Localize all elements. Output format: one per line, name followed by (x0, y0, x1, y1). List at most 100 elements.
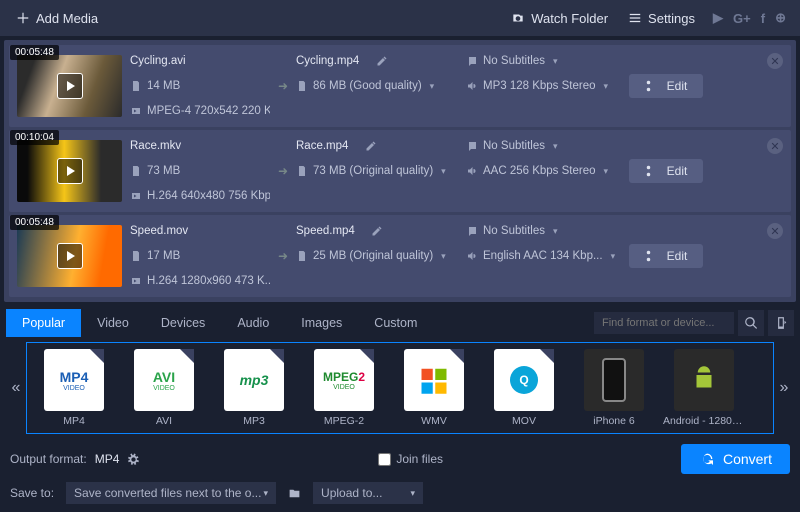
preset-wmv[interactable]: WMV (393, 349, 475, 427)
facebook-icon[interactable]: f (761, 11, 765, 26)
pencil-icon[interactable] (365, 140, 377, 152)
output-size-dropdown[interactable]: 86 MB (Good quality) (296, 80, 466, 92)
output-filename: Race.mp4 (296, 140, 348, 152)
video-thumbnail[interactable]: 00:05:48 (17, 225, 122, 287)
tab-popular[interactable]: Popular (6, 309, 81, 337)
settings-label: Settings (648, 11, 695, 26)
presets-row: « MP4VIDEOMP4 AVIVIDEOAVI mp3MP3 MPEG2VI… (0, 338, 800, 438)
edit-button[interactable]: Edit (629, 74, 704, 98)
remove-file-button[interactable]: ✕ (767, 223, 783, 239)
play-icon[interactable] (57, 158, 83, 184)
source-filename: Speed.mov (130, 225, 270, 237)
output-bar: Output format: MP4 Join files Convert (0, 438, 800, 480)
preset-iphone6[interactable]: iPhone 6 (573, 349, 655, 427)
file-icon (296, 250, 308, 262)
arrow-icon: ➜ (270, 164, 296, 178)
file-row[interactable]: 00:05:48 Cycling.avi 14 MB MPEG-4 720x54… (9, 45, 791, 127)
preset-mp3[interactable]: mp3MP3 (213, 349, 295, 427)
subtitles-icon (466, 140, 478, 152)
google-plus-icon[interactable]: G+ (733, 11, 751, 26)
gear-icon[interactable] (127, 453, 140, 466)
settings-button[interactable]: Settings (618, 5, 705, 32)
format-search-input[interactable] (594, 312, 734, 334)
file-icon (130, 165, 142, 177)
format-tabs: Popular Video Devices Audio Images Custo… (0, 308, 800, 338)
source-size: 17 MB (147, 250, 180, 262)
tab-custom[interactable]: Custom (358, 309, 433, 337)
presets-container: MP4VIDEOMP4 AVIVIDEOAVI mp3MP3 MPEG2VIDE… (26, 342, 774, 434)
presets-next-button[interactable]: » (774, 379, 794, 397)
tab-devices[interactable]: Devices (145, 309, 221, 337)
detect-device-button[interactable] (768, 310, 794, 336)
source-size: 73 MB (147, 165, 180, 177)
pencil-icon[interactable] (371, 225, 383, 237)
add-media-button[interactable]: Add Media (6, 5, 108, 32)
search-button[interactable] (738, 310, 764, 336)
preset-mov[interactable]: QMOV (483, 349, 565, 427)
watch-folder-label: Watch Folder (531, 11, 608, 26)
convert-button[interactable]: Convert (681, 444, 790, 474)
play-icon[interactable] (57, 73, 83, 99)
speaker-icon (466, 250, 478, 262)
pencil-icon[interactable] (376, 55, 388, 67)
codec-icon (130, 190, 142, 202)
source-column: Cycling.avi 14 MB MPEG-4 720x542 220 K..… (130, 55, 270, 117)
arrow-icon: ➜ (270, 249, 296, 263)
android-icon (689, 365, 719, 395)
source-codec: H.264 640x480 756 Kbps (147, 190, 270, 202)
save-bar: Save to: Save converted files next to th… (0, 480, 800, 512)
output-size-dropdown[interactable]: 73 MB (Original quality) (296, 165, 466, 177)
presets-prev-button[interactable]: « (6, 379, 26, 397)
top-toolbar: Add Media Watch Folder Settings ▶ G+ f ⊕ (0, 0, 800, 36)
folder-icon[interactable] (288, 487, 301, 500)
globe-icon[interactable]: ⊕ (775, 10, 786, 26)
preset-mpeg2[interactable]: MPEG2VIDEOMPEG-2 (303, 349, 385, 427)
video-thumbnail[interactable]: 00:05:48 (17, 55, 122, 117)
duration-badge: 00:05:48 (10, 45, 59, 60)
tab-video[interactable]: Video (81, 309, 145, 337)
output-filename: Speed.mp4 (296, 225, 355, 237)
output-format-value: MP4 (95, 452, 120, 466)
output-size-dropdown[interactable]: 25 MB (Original quality) (296, 250, 466, 262)
file-row[interactable]: 00:10:04 Race.mkv 73 MB H.264 640x480 75… (9, 130, 791, 212)
audio-dropdown[interactable]: English AAC 134 Kbp... (466, 250, 621, 262)
windows-icon (419, 365, 449, 395)
speaker-icon (466, 80, 478, 92)
device-detect-icon (774, 316, 788, 330)
video-thumbnail[interactable]: 00:10:04 (17, 140, 122, 202)
file-icon (130, 250, 142, 262)
preset-mp4[interactable]: MP4VIDEOMP4 (33, 349, 115, 427)
camera-icon (511, 11, 525, 25)
tab-audio[interactable]: Audio (221, 309, 285, 337)
duration-badge: 00:10:04 (10, 130, 59, 145)
subtitles-dropdown[interactable]: No Subtitles (466, 140, 621, 152)
audio-dropdown[interactable]: MP3 128 Kbps Stereo (466, 80, 621, 92)
play-icon[interactable] (57, 243, 83, 269)
join-files-checkbox[interactable]: Join files (378, 452, 443, 466)
file-icon (296, 80, 308, 92)
subtitles-dropdown[interactable]: No Subtitles (466, 225, 621, 237)
source-codec: H.264 1280x960 473 K... (147, 275, 270, 287)
social-links: ▶ G+ f ⊕ (705, 10, 794, 26)
file-row[interactable]: 00:05:48 Speed.mov 17 MB H.264 1280x960 … (9, 215, 791, 297)
preset-avi[interactable]: AVIVIDEOAVI (123, 349, 205, 427)
youtube-icon[interactable]: ▶ (713, 10, 723, 26)
audio-subtitle-column: No Subtitles MP3 128 Kbps Stereo (466, 55, 621, 117)
output-column: Cycling.mp4 86 MB (Good quality) (296, 55, 466, 117)
preset-android[interactable]: Android - 1280x720 (663, 349, 745, 427)
speaker-icon (466, 165, 478, 177)
source-filename: Cycling.avi (130, 55, 270, 67)
subtitles-dropdown[interactable]: No Subtitles (466, 55, 621, 67)
remove-file-button[interactable]: ✕ (767, 53, 783, 69)
audio-dropdown[interactable]: AAC 256 Kbps Stereo (466, 165, 621, 177)
file-icon (296, 165, 308, 177)
tab-images[interactable]: Images (285, 309, 358, 337)
scissors-icon (645, 249, 659, 263)
source-codec: MPEG-4 720x542 220 K... (147, 105, 270, 117)
edit-button[interactable]: Edit (629, 159, 704, 183)
watch-folder-button[interactable]: Watch Folder (501, 5, 618, 32)
file-icon (130, 80, 142, 92)
remove-file-button[interactable]: ✕ (767, 138, 783, 154)
edit-button[interactable]: Edit (629, 244, 704, 268)
add-media-label: Add Media (36, 11, 98, 26)
